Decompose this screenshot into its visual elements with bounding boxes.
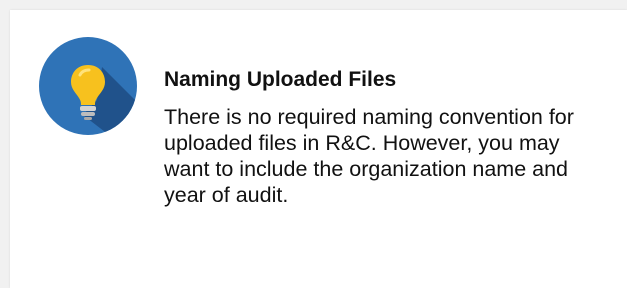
- tip-title: Naming Uploaded Files: [164, 68, 397, 91]
- tip-body: There is no required naming convention f…: [164, 105, 574, 207]
- lightbulb-icon: [39, 37, 137, 135]
- tip-content: Naming Uploaded Files There is no requir…: [164, 66, 594, 208]
- tip-card: Naming Uploaded Files There is no requir…: [10, 10, 627, 288]
